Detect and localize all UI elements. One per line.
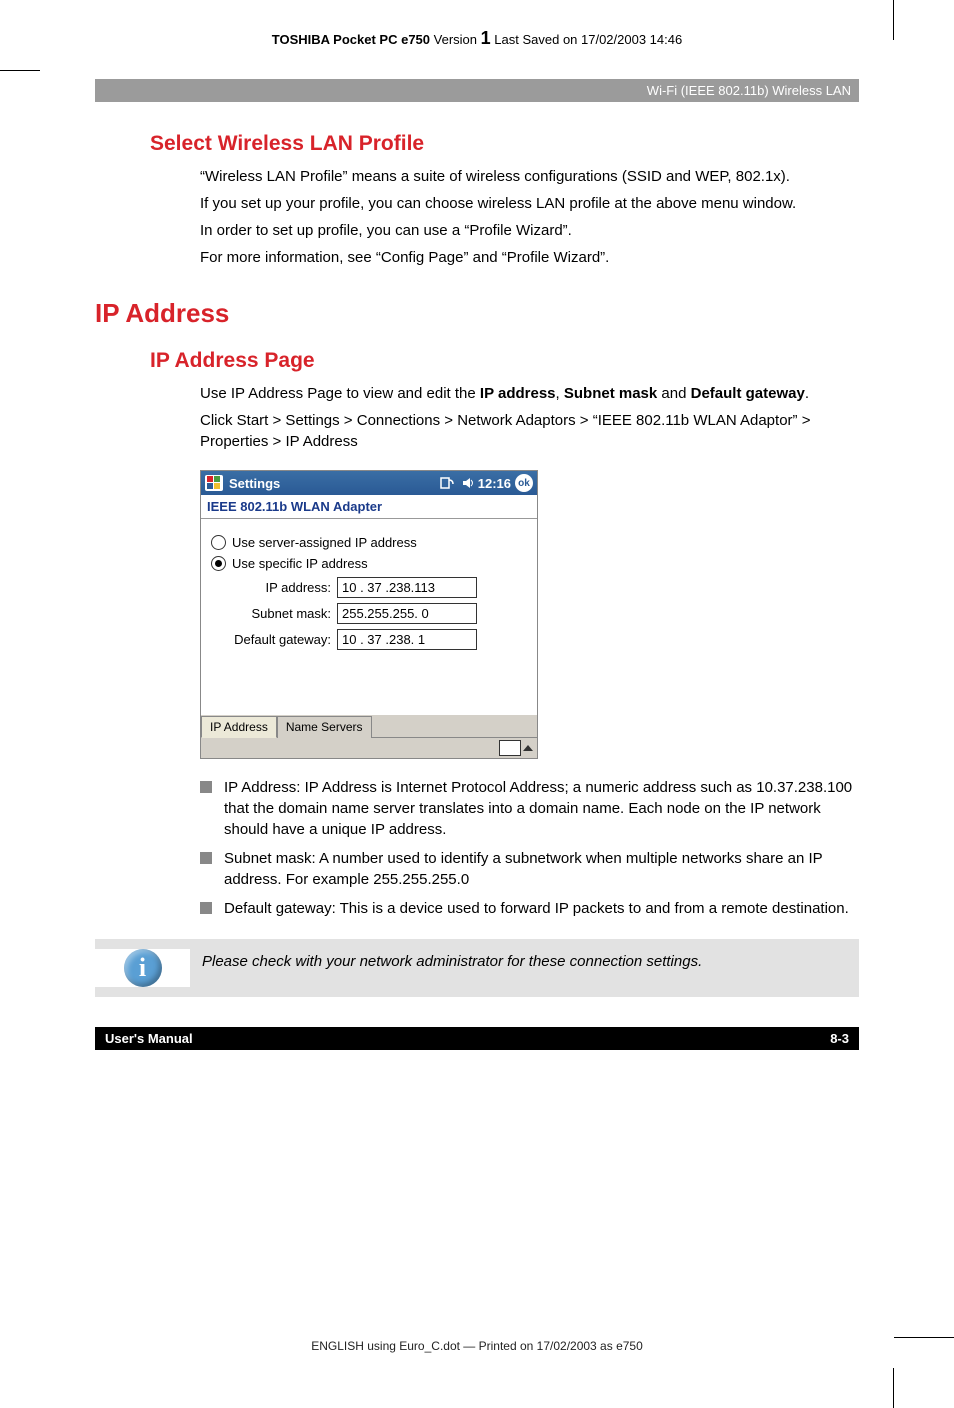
bullet-square-icon — [200, 852, 212, 864]
ok-button[interactable]: ok — [515, 474, 533, 492]
footer-left: User's Manual — [105, 1031, 193, 1046]
speaker-icon[interactable] — [461, 476, 475, 490]
radio-server-assigned[interactable]: Use server-assigned IP address — [211, 535, 527, 550]
ip-p1: Use IP Address Page to view and edit the… — [200, 383, 859, 404]
bullet-default-gateway: Default gateway: This is a device used t… — [200, 898, 859, 919]
gw-label: Default gateway: — [231, 632, 331, 647]
ppc-footer — [201, 737, 537, 758]
version-number: 1 — [481, 28, 491, 48]
field-subnet-mask: Subnet mask: 255.255.255. 0 — [231, 603, 527, 624]
radio-icon-checked — [211, 556, 226, 571]
radio2-label: Use specific IP address — [232, 556, 368, 571]
ppc-screenshot: Settings 12:16 ok IEEE 802.11b WLAN Adap… — [200, 470, 538, 759]
radio-specific-ip[interactable]: Use specific IP address — [211, 556, 527, 571]
tab-ip-address[interactable]: IP Address — [201, 716, 277, 738]
radio1-label: Use server-assigned IP address — [232, 535, 417, 550]
profile-p3: In order to set up profile, you can use … — [200, 220, 859, 241]
profile-p1: “Wireless LAN Profile” means a suite of … — [200, 166, 859, 187]
mask-input[interactable]: 255.255.255. 0 — [337, 603, 477, 624]
bullet-text: IP Address is Internet Protocol Address;… — [224, 779, 852, 838]
note-box: i Please check with your network adminis… — [95, 939, 859, 997]
note-text: Please check with your network administr… — [190, 949, 702, 974]
ip-p2: Click Start > Settings > Connections > N… — [200, 410, 859, 452]
arrow-up-icon[interactable] — [523, 745, 533, 751]
keyboard-icon[interactable] — [499, 740, 521, 756]
bullet-ip-address: IP Address: IP Address is Internet Proto… — [200, 777, 859, 840]
bullet-label: IP Address: — [224, 779, 300, 796]
ip-label: IP address: — [231, 580, 331, 595]
connectivity-icon[interactable] — [439, 476, 455, 490]
version-label: Version — [434, 32, 477, 47]
footer-right: 8-3 — [830, 1031, 849, 1046]
bullet-subnet-mask: Subnet mask: A number used to identify a… — [200, 848, 859, 890]
bullet-text: This is a device used to forward IP pack… — [336, 900, 849, 917]
h1-ip-address: IP Address — [95, 298, 859, 329]
saved-text: Last Saved on 17/02/2003 14:46 — [494, 32, 682, 47]
bullet-label: Subnet mask: — [224, 850, 316, 867]
bold-subnet: Subnet mask — [564, 385, 657, 402]
ppc-body: Use server-assigned IP address Use speci… — [201, 519, 537, 715]
info-icon: i — [124, 949, 162, 987]
document-header: TOSHIBA Pocket PC e750 Version 1 Last Sa… — [95, 28, 859, 49]
section-heading-profile: Select Wireless LAN Profile — [150, 132, 859, 156]
bullet-square-icon — [200, 902, 212, 914]
chapter-bar: Wi-Fi (IEEE 802.11b) Wireless LAN — [95, 79, 859, 102]
profile-p4: For more information, see “Config Page” … — [200, 247, 859, 268]
bold-ip-address: IP address — [480, 385, 556, 402]
field-ip-address: IP address: 10 . 37 .238.113 — [231, 577, 527, 598]
ip-input[interactable]: 10 . 37 .238.113 — [337, 577, 477, 598]
bullet-square-icon — [200, 781, 212, 793]
ppc-subtitle: IEEE 802.11b WLAN Adapter — [201, 495, 537, 519]
tab-name-servers[interactable]: Name Servers — [277, 716, 372, 738]
bold-gateway: Default gateway — [691, 385, 805, 402]
footer-bar: User's Manual 8-3 — [95, 1027, 859, 1050]
profile-p2: If you set up your profile, you can choo… — [200, 193, 859, 214]
mask-label: Subnet mask: — [231, 606, 331, 621]
field-default-gateway: Default gateway: 10 . 37 .238. 1 — [231, 629, 527, 650]
section-profile-body: “Wireless LAN Profile” means a suite of … — [200, 166, 859, 268]
ppc-titlebar: Settings 12:16 ok — [201, 471, 537, 495]
section-heading-ip-page: IP Address Page — [150, 349, 859, 373]
ppc-tabs: IP Address Name Servers — [201, 715, 537, 737]
start-flag-icon[interactable] — [205, 475, 223, 491]
ppc-time: 12:16 — [478, 476, 511, 491]
section-ip-body: Use IP Address Page to view and edit the… — [200, 383, 859, 452]
bullet-list: IP Address: IP Address is Internet Proto… — [200, 777, 859, 919]
gw-input[interactable]: 10 . 37 .238. 1 — [337, 629, 477, 650]
product-name: TOSHIBA Pocket PC e750 — [272, 32, 430, 47]
ppc-title: Settings — [229, 476, 280, 491]
print-line: ENGLISH using Euro_C.dot — Printed on 17… — [0, 1339, 954, 1353]
bullet-label: Default gateway: — [224, 900, 336, 917]
radio-icon — [211, 535, 226, 550]
